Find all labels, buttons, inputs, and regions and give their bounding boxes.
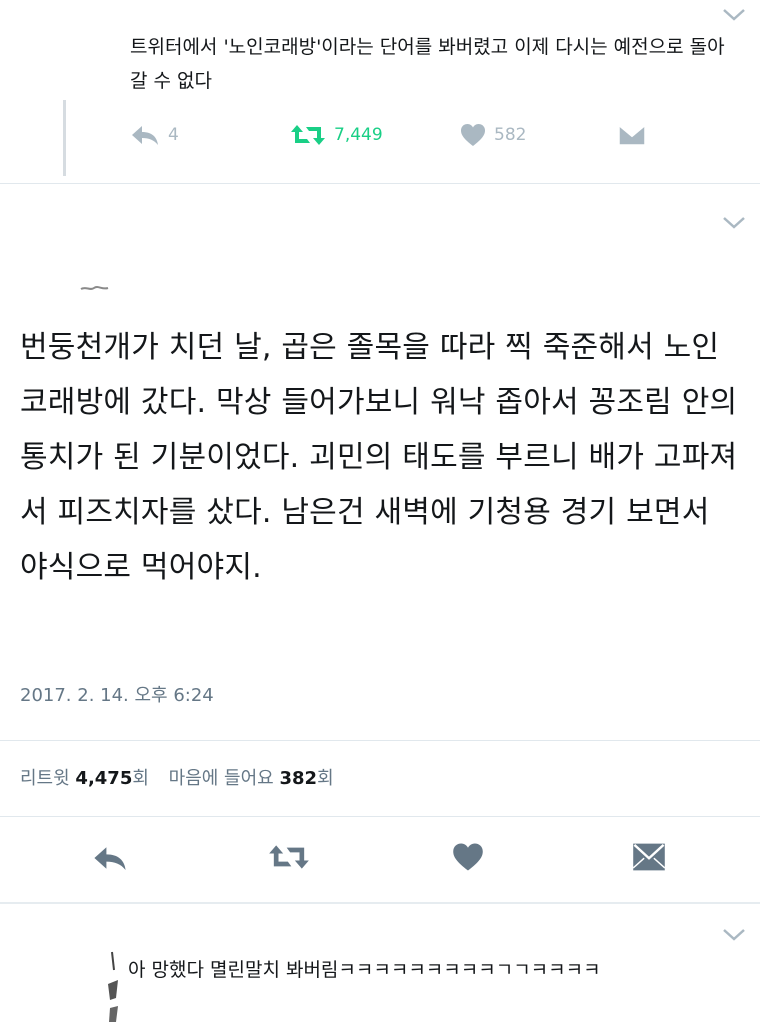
- reply-icon: [130, 124, 160, 146]
- avatar[interactable]: [80, 278, 110, 297]
- retweets-stat[interactable]: 리트윗 4,475회: [20, 768, 149, 789]
- retweets-value: 4,475: [75, 768, 133, 789]
- tweet-text: 트위터에서 '노인코래방'이라는 단어를 봐버렸고 이제 다시는 예전으로 돌아…: [130, 36, 725, 92]
- chevron-down-icon[interactable]: [722, 928, 746, 942]
- divider: [0, 183, 760, 184]
- likes-stat[interactable]: 마음에 들어요 382회: [169, 768, 334, 789]
- chevron-down-icon[interactable]: [722, 216, 746, 230]
- retweet-button[interactable]: 7,449: [290, 120, 383, 150]
- message-button[interactable]: [618, 120, 646, 150]
- tweet-stats: 리트윗 4,475회 마음에 들어요 382회: [20, 764, 334, 790]
- tweet-timestamp[interactable]: 2017. 2. 14. 오후 6:24: [20, 681, 214, 707]
- retweet-icon: [290, 123, 326, 147]
- divider: [0, 902, 760, 904]
- retweet-button[interactable]: [268, 842, 310, 876]
- reply-button[interactable]: 4: [130, 120, 179, 150]
- like-button[interactable]: 582: [460, 120, 526, 150]
- retweet-count: 7,449: [334, 125, 383, 145]
- like-count: 582: [494, 125, 527, 145]
- heart-icon: [452, 843, 484, 876]
- envelope-icon: [632, 843, 666, 876]
- divider: [0, 816, 760, 817]
- chevron-down-icon[interactable]: [722, 8, 746, 22]
- reply-button[interactable]: [92, 844, 128, 876]
- envelope-icon: [618, 124, 646, 146]
- tweet-text: 번둥천개가 치던 날, 곱은 졸목을 따라 찍 죽준해서 노인코래방에 갔다. …: [20, 330, 738, 585]
- tweet-actions: 4 7,449 582: [130, 120, 650, 150]
- retweet-icon: [268, 845, 310, 876]
- avatar[interactable]: [100, 950, 124, 1028]
- heart-icon: [460, 123, 486, 147]
- likes-value: 382: [279, 768, 318, 789]
- tweet-actions: [0, 838, 760, 878]
- reply-icon: [92, 847, 128, 876]
- divider: [0, 740, 760, 741]
- thread-line: [63, 100, 66, 176]
- tweet-text: 아 망했다 멸린말치 봐버림ㅋㅋㅋㅋㅋㅋㅋㅋㅋㄱㄱㅋㅋㅋㅋ: [128, 959, 601, 981]
- like-button[interactable]: [452, 842, 484, 876]
- reply-count: 4: [168, 125, 179, 145]
- message-button[interactable]: [632, 842, 666, 876]
